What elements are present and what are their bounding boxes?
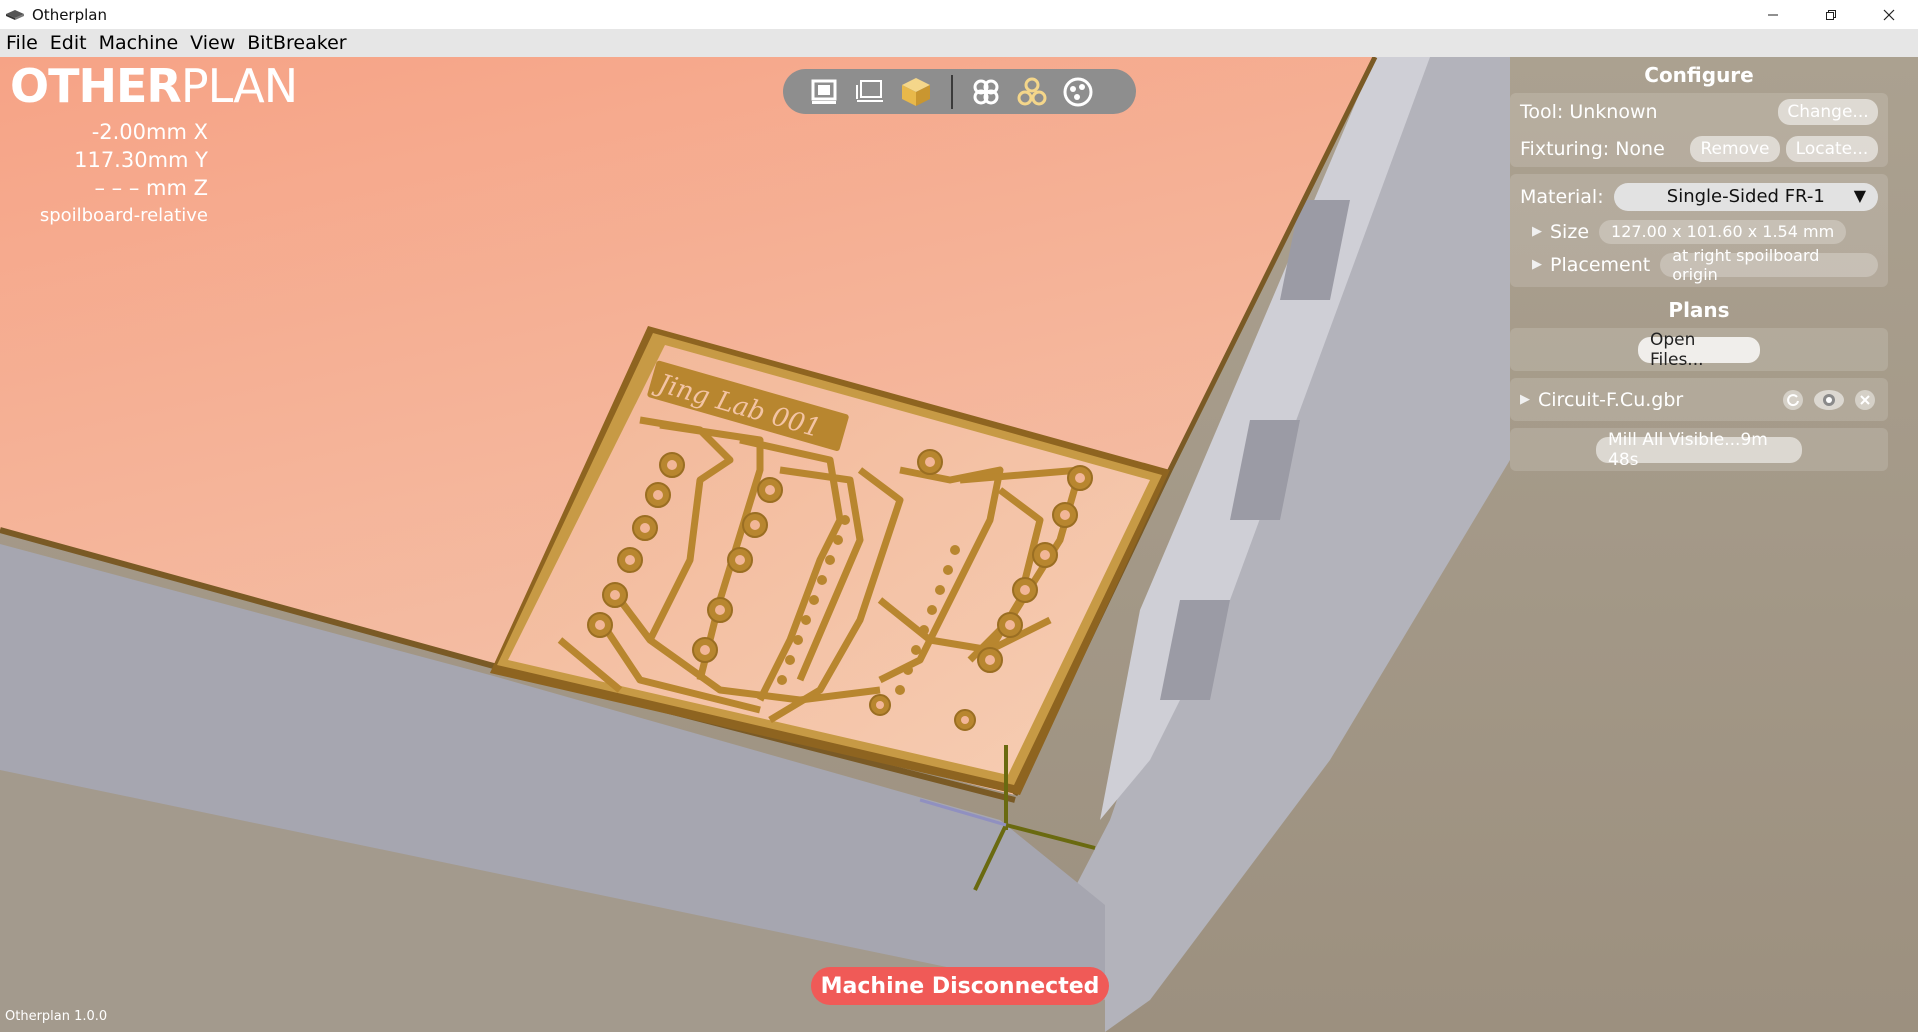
plan-file-row[interactable]: ▶ Circuit-F.Cu.gbr xyxy=(1510,378,1888,421)
material-label: Material: xyxy=(1520,185,1604,208)
minimize-icon[interactable] xyxy=(1744,0,1802,29)
size-value: 127.00 x 101.60 x 1.54 mm xyxy=(1599,219,1847,244)
size-row[interactable]: ▶ Size 127.00 x 101.60 x 1.54 mm xyxy=(1510,215,1888,248)
open-files-card: Open Files... xyxy=(1510,328,1888,371)
iso-view-icon[interactable] xyxy=(897,74,935,110)
menu-bar: File Edit Machine View BitBreaker xyxy=(0,29,1918,57)
plans-header: Plans xyxy=(1668,298,1730,322)
version-label: Otherplan 1.0.0 xyxy=(5,1009,108,1024)
restore-icon[interactable] xyxy=(1802,0,1860,29)
locate-fixturing-button[interactable]: Locate... xyxy=(1786,135,1878,162)
fixturing-label: Fixturing: None xyxy=(1520,137,1665,160)
dropdown-arrow-icon: ▼ xyxy=(1853,185,1866,205)
title-bar: Otherplan xyxy=(0,0,1918,29)
fixturing-row: Fixturing: None Remove Locate... xyxy=(1510,130,1888,167)
expand-triangle-icon: ▶ xyxy=(1532,257,1542,272)
plan-file-card: ▶ Circuit-F.Cu.gbr xyxy=(1510,378,1888,421)
configure-header: Configure xyxy=(1644,63,1754,87)
placement-label: Placement xyxy=(1550,253,1651,276)
change-tool-button[interactable]: Change... xyxy=(1778,98,1878,125)
top-view-icon[interactable] xyxy=(805,74,843,110)
otherplan-logo: OTHERPLAN xyxy=(10,59,298,113)
menu-machine[interactable]: Machine xyxy=(99,32,179,54)
remove-fixturing-button[interactable]: Remove xyxy=(1690,135,1780,162)
expand-triangle-icon: ▶ xyxy=(1520,392,1530,407)
material-card: Material: Single-Sided FR-1 ▼ ▶ Size 127… xyxy=(1510,174,1888,287)
size-label: Size xyxy=(1550,220,1590,243)
side-panel: Configure Tool: Unknown Change... Fixtur… xyxy=(1510,57,1888,478)
refresh-icon[interactable] xyxy=(1780,387,1806,413)
readout-reference: spoilboard-relative xyxy=(39,205,208,226)
app-icon xyxy=(6,9,24,20)
close-icon[interactable] xyxy=(1860,0,1918,29)
rotate-plan-icon[interactable] xyxy=(1059,74,1097,110)
position-readout: -2.00mm X 117.30mm Y – – – mm Z spoilboa… xyxy=(20,118,208,230)
readout-x: -2.00mm X xyxy=(91,120,208,144)
plan-file-actions xyxy=(1774,387,1878,413)
expand-triangle-icon: ▶ xyxy=(1532,224,1542,239)
menu-view[interactable]: View xyxy=(190,32,235,54)
remove-file-icon[interactable] xyxy=(1852,387,1878,413)
window-title: Otherplan xyxy=(32,5,107,24)
placement-value: at right spoilboard origin xyxy=(1660,246,1878,284)
window-controls xyxy=(1744,0,1918,29)
menu-bitbreaker[interactable]: BitBreaker xyxy=(247,32,346,54)
flip-board-icon[interactable] xyxy=(967,74,1005,110)
eye-icon[interactable] xyxy=(1812,387,1846,413)
readout-z: – – – mm Z xyxy=(94,176,208,200)
mill-card: Mill All Visible...9m 48s xyxy=(1510,428,1888,471)
readout-y: 117.30mm Y xyxy=(74,148,208,172)
plan-file-name: Circuit-F.Cu.gbr xyxy=(1538,388,1684,411)
open-files-button[interactable]: Open Files... xyxy=(1638,330,1760,370)
mill-all-visible-button[interactable]: Mill All Visible...9m 48s xyxy=(1596,430,1802,470)
material-select[interactable]: Single-Sided FR-1 ▼ xyxy=(1613,182,1878,211)
placement-row[interactable]: ▶ Placement at right spoilboard origin xyxy=(1510,246,1888,284)
tool-label: Tool: Unknown xyxy=(1520,100,1658,123)
material-row: Material: Single-Sided FR-1 ▼ xyxy=(1510,178,1888,215)
view-toolbar xyxy=(783,69,1136,114)
machine-status-badge[interactable]: Machine Disconnected xyxy=(811,967,1109,1005)
toolbar-separator xyxy=(951,74,953,109)
menu-edit[interactable]: Edit xyxy=(50,32,87,54)
plan-view-icon[interactable] xyxy=(1013,74,1051,110)
tool-fixturing-card: Tool: Unknown Change... Fixturing: None … xyxy=(1510,93,1888,167)
front-view-icon[interactable] xyxy=(851,74,889,110)
menu-file[interactable]: File xyxy=(6,32,38,54)
tool-row: Tool: Unknown Change... xyxy=(1510,93,1888,130)
